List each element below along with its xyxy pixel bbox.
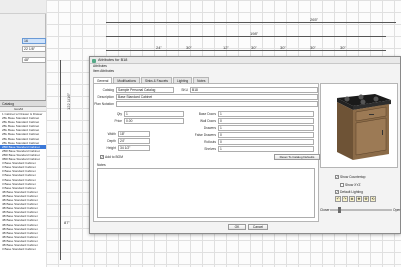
- preview-toolbar: ↶ ↷ ⊕ ✥ ⚒ ⟲: [335, 196, 377, 202]
- cabinet-preview[interactable]: [320, 83, 398, 168]
- rotate-left-icon[interactable]: ↶: [335, 196, 341, 202]
- shelves-label: Shelves: [204, 147, 216, 151]
- depth-label: Depth: [107, 139, 116, 143]
- attributes-dialog: Attributes for B18 Attributes Item Attri…: [89, 56, 401, 234]
- zoom-slider-knob[interactable]: [338, 207, 341, 213]
- default-lighting-label: Default Lighting: [340, 190, 363, 194]
- sku-label: SKU: [181, 88, 188, 92]
- add-to-bom-label: Add to BOM: [105, 155, 123, 159]
- catalog-label: Catalog: [102, 88, 114, 92]
- left-field-2[interactable]: 22 1/8": [22, 46, 46, 52]
- false-drawers-label: False Drawers: [194, 133, 216, 137]
- left-field-1[interactable]: 16: [22, 38, 46, 44]
- notes-textarea[interactable]: [97, 168, 315, 218]
- zoom-icon[interactable]: ⊕: [349, 196, 355, 202]
- general-pane: Catalog Sample Personal Catalog SKU B18 …: [93, 83, 320, 222]
- width-field[interactable]: 18": [118, 131, 150, 137]
- plan-notation-label: Plan Notation: [94, 102, 114, 106]
- description-label: Description: [97, 95, 115, 99]
- shelves-field[interactable]: 1: [218, 146, 314, 152]
- qty-label: Qty: [116, 112, 122, 116]
- farther-label: Oper: [393, 208, 401, 212]
- pan-icon[interactable]: ✥: [356, 196, 362, 202]
- catalog-field[interactable]: Sample Personal Catalog: [116, 87, 174, 93]
- show-xyz-checkbox[interactable]: [340, 183, 344, 187]
- wall-doors-label: Wall Doors: [200, 119, 216, 123]
- depth-field[interactable]: 24": [118, 138, 150, 144]
- add-to-bom-checkbox[interactable]: [100, 155, 104, 159]
- default-lighting-checkbox[interactable]: [335, 190, 339, 194]
- cancel-button[interactable]: Cancel: [248, 224, 268, 230]
- wall-doors-field[interactable]: 0: [218, 118, 314, 124]
- rollouts-field[interactable]: 0: [218, 139, 314, 145]
- dim-label: 87": [64, 220, 70, 225]
- price-label: Price: [114, 119, 122, 123]
- dim-line: [106, 36, 386, 37]
- base-doors-field[interactable]: 1: [218, 111, 314, 117]
- width-label: Width: [107, 132, 116, 136]
- catalog-list: 1 Cabinet w/ Drawer & Drawer 2BL Base Sta…: [0, 112, 46, 251]
- sku-field[interactable]: B18: [190, 87, 318, 93]
- catalog-col-2[interactable]: Icon/Id: [12, 107, 23, 111]
- qty-field[interactable]: 1: [124, 111, 184, 117]
- false-drawers-field[interactable]: 0: [218, 132, 314, 138]
- cabinet-3d-icon: [337, 94, 391, 160]
- description-field[interactable]: Base Standard Cabinet: [116, 94, 318, 100]
- drawers-label: Drawers: [203, 126, 216, 130]
- app-icon: [92, 58, 96, 63]
- ok-button[interactable]: OK: [228, 224, 246, 230]
- dialog-title: Attributes for B18: [98, 58, 128, 62]
- reset-view-icon[interactable]: ⟲: [370, 196, 376, 202]
- rollouts-label: Rollouts: [204, 140, 216, 144]
- notes-label: Notes: [97, 163, 106, 167]
- catalog-col-1[interactable]: [0, 107, 2, 111]
- drawers-field[interactable]: 1: [218, 125, 314, 131]
- base-doors-label: Base Doors: [198, 112, 216, 116]
- dim-line: [60, 60, 61, 260]
- price-field[interactable]: 0.00: [124, 118, 184, 124]
- catalog-item[interactable]: 3 Base Standard Cabinet: [0, 247, 46, 251]
- show-xyz-label: Show XYZ: [345, 183, 361, 187]
- rotate-right-icon[interactable]: ↷: [342, 196, 348, 202]
- show-countertop-checkbox[interactable]: [335, 175, 339, 179]
- show-countertop-label: Show Countertop: [340, 175, 366, 179]
- dim-line: [106, 22, 396, 23]
- reset-defaults-button[interactable]: Reset To Catalog Defaults: [274, 154, 320, 160]
- dialog-titlebar[interactable]: Attributes for B18: [90, 57, 400, 64]
- subsection-label: Item Attributes: [93, 69, 115, 73]
- closer-label: Closer: [320, 208, 330, 212]
- plan-notation-field[interactable]: [116, 101, 318, 107]
- catalog-panel: Catalog Icon/Id 1 Cabinet w/ Drawer & Dr…: [0, 100, 46, 267]
- dim-label: 122 1/16": [66, 93, 71, 110]
- left-field-3[interactable]: 48": [22, 57, 46, 63]
- wrench-icon[interactable]: ⚒: [363, 196, 369, 202]
- dim-line: [106, 50, 386, 51]
- height-label: Height: [106, 146, 116, 150]
- height-field[interactable]: 34 1/2": [118, 145, 150, 151]
